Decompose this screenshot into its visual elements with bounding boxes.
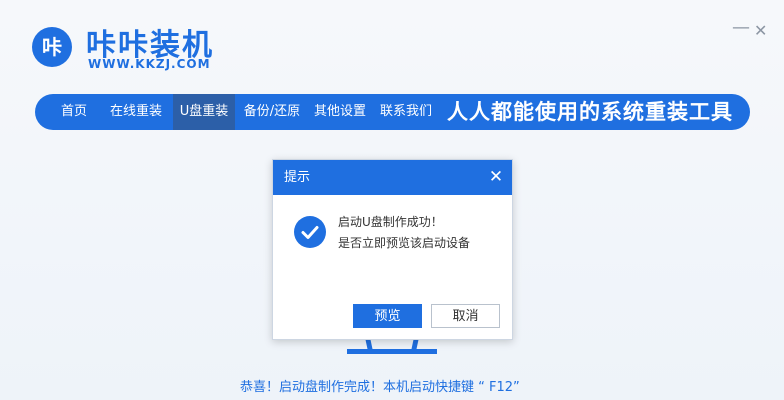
- nav-item-other-settings[interactable]: 其他设置: [309, 94, 371, 130]
- minimize-button[interactable]: —: [732, 19, 750, 37]
- dialog-close-button[interactable]: ✕: [486, 166, 506, 188]
- nav-item-contact-us[interactable]: 联系我们: [375, 94, 437, 130]
- nav-slogan: 人人都能使用的系统重装工具: [447, 100, 733, 124]
- nav-item-home[interactable]: 首页: [49, 94, 99, 130]
- nav-item-usb-reinstall[interactable]: U盘重装: [173, 94, 235, 130]
- dialog-header: 提示 ✕: [273, 160, 512, 195]
- cancel-button[interactable]: 取消: [431, 304, 500, 328]
- logo-icon: 咔: [32, 27, 72, 67]
- nav-item-backup-restore[interactable]: 备份/还原: [238, 94, 306, 130]
- main-nav: 首页 在线重装 U盘重装 备份/还原 其他设置 联系我们 人人都能使用的系统重装…: [35, 94, 750, 130]
- monitor-stand-base: [347, 349, 437, 354]
- check-circle-icon: [294, 216, 326, 248]
- prompt-dialog: 提示 ✕ 启动U盘制作成功！ 是否立即预览该启动设备 预览 取消: [272, 159, 513, 340]
- completion-notice: 恭喜！启动盘制作完成！本机启动快捷键 “ F12”: [240, 380, 520, 395]
- app-url: WWW.KKZJ.COM: [88, 57, 211, 71]
- dialog-message-line1: 启动U盘制作成功！: [338, 215, 443, 229]
- close-window-button[interactable]: ✕: [754, 23, 767, 39]
- app-window: 咔 咔咔装机 WWW.KKZJ.COM — ✕ 首页 在线重装 U盘重装 备份/…: [0, 0, 784, 400]
- dialog-message-line2: 是否立即预览该启动设备: [338, 236, 471, 250]
- preview-button[interactable]: 预览: [353, 304, 422, 328]
- nav-item-online-reinstall[interactable]: 在线重装: [103, 94, 169, 130]
- dialog-title: 提示: [284, 170, 311, 185]
